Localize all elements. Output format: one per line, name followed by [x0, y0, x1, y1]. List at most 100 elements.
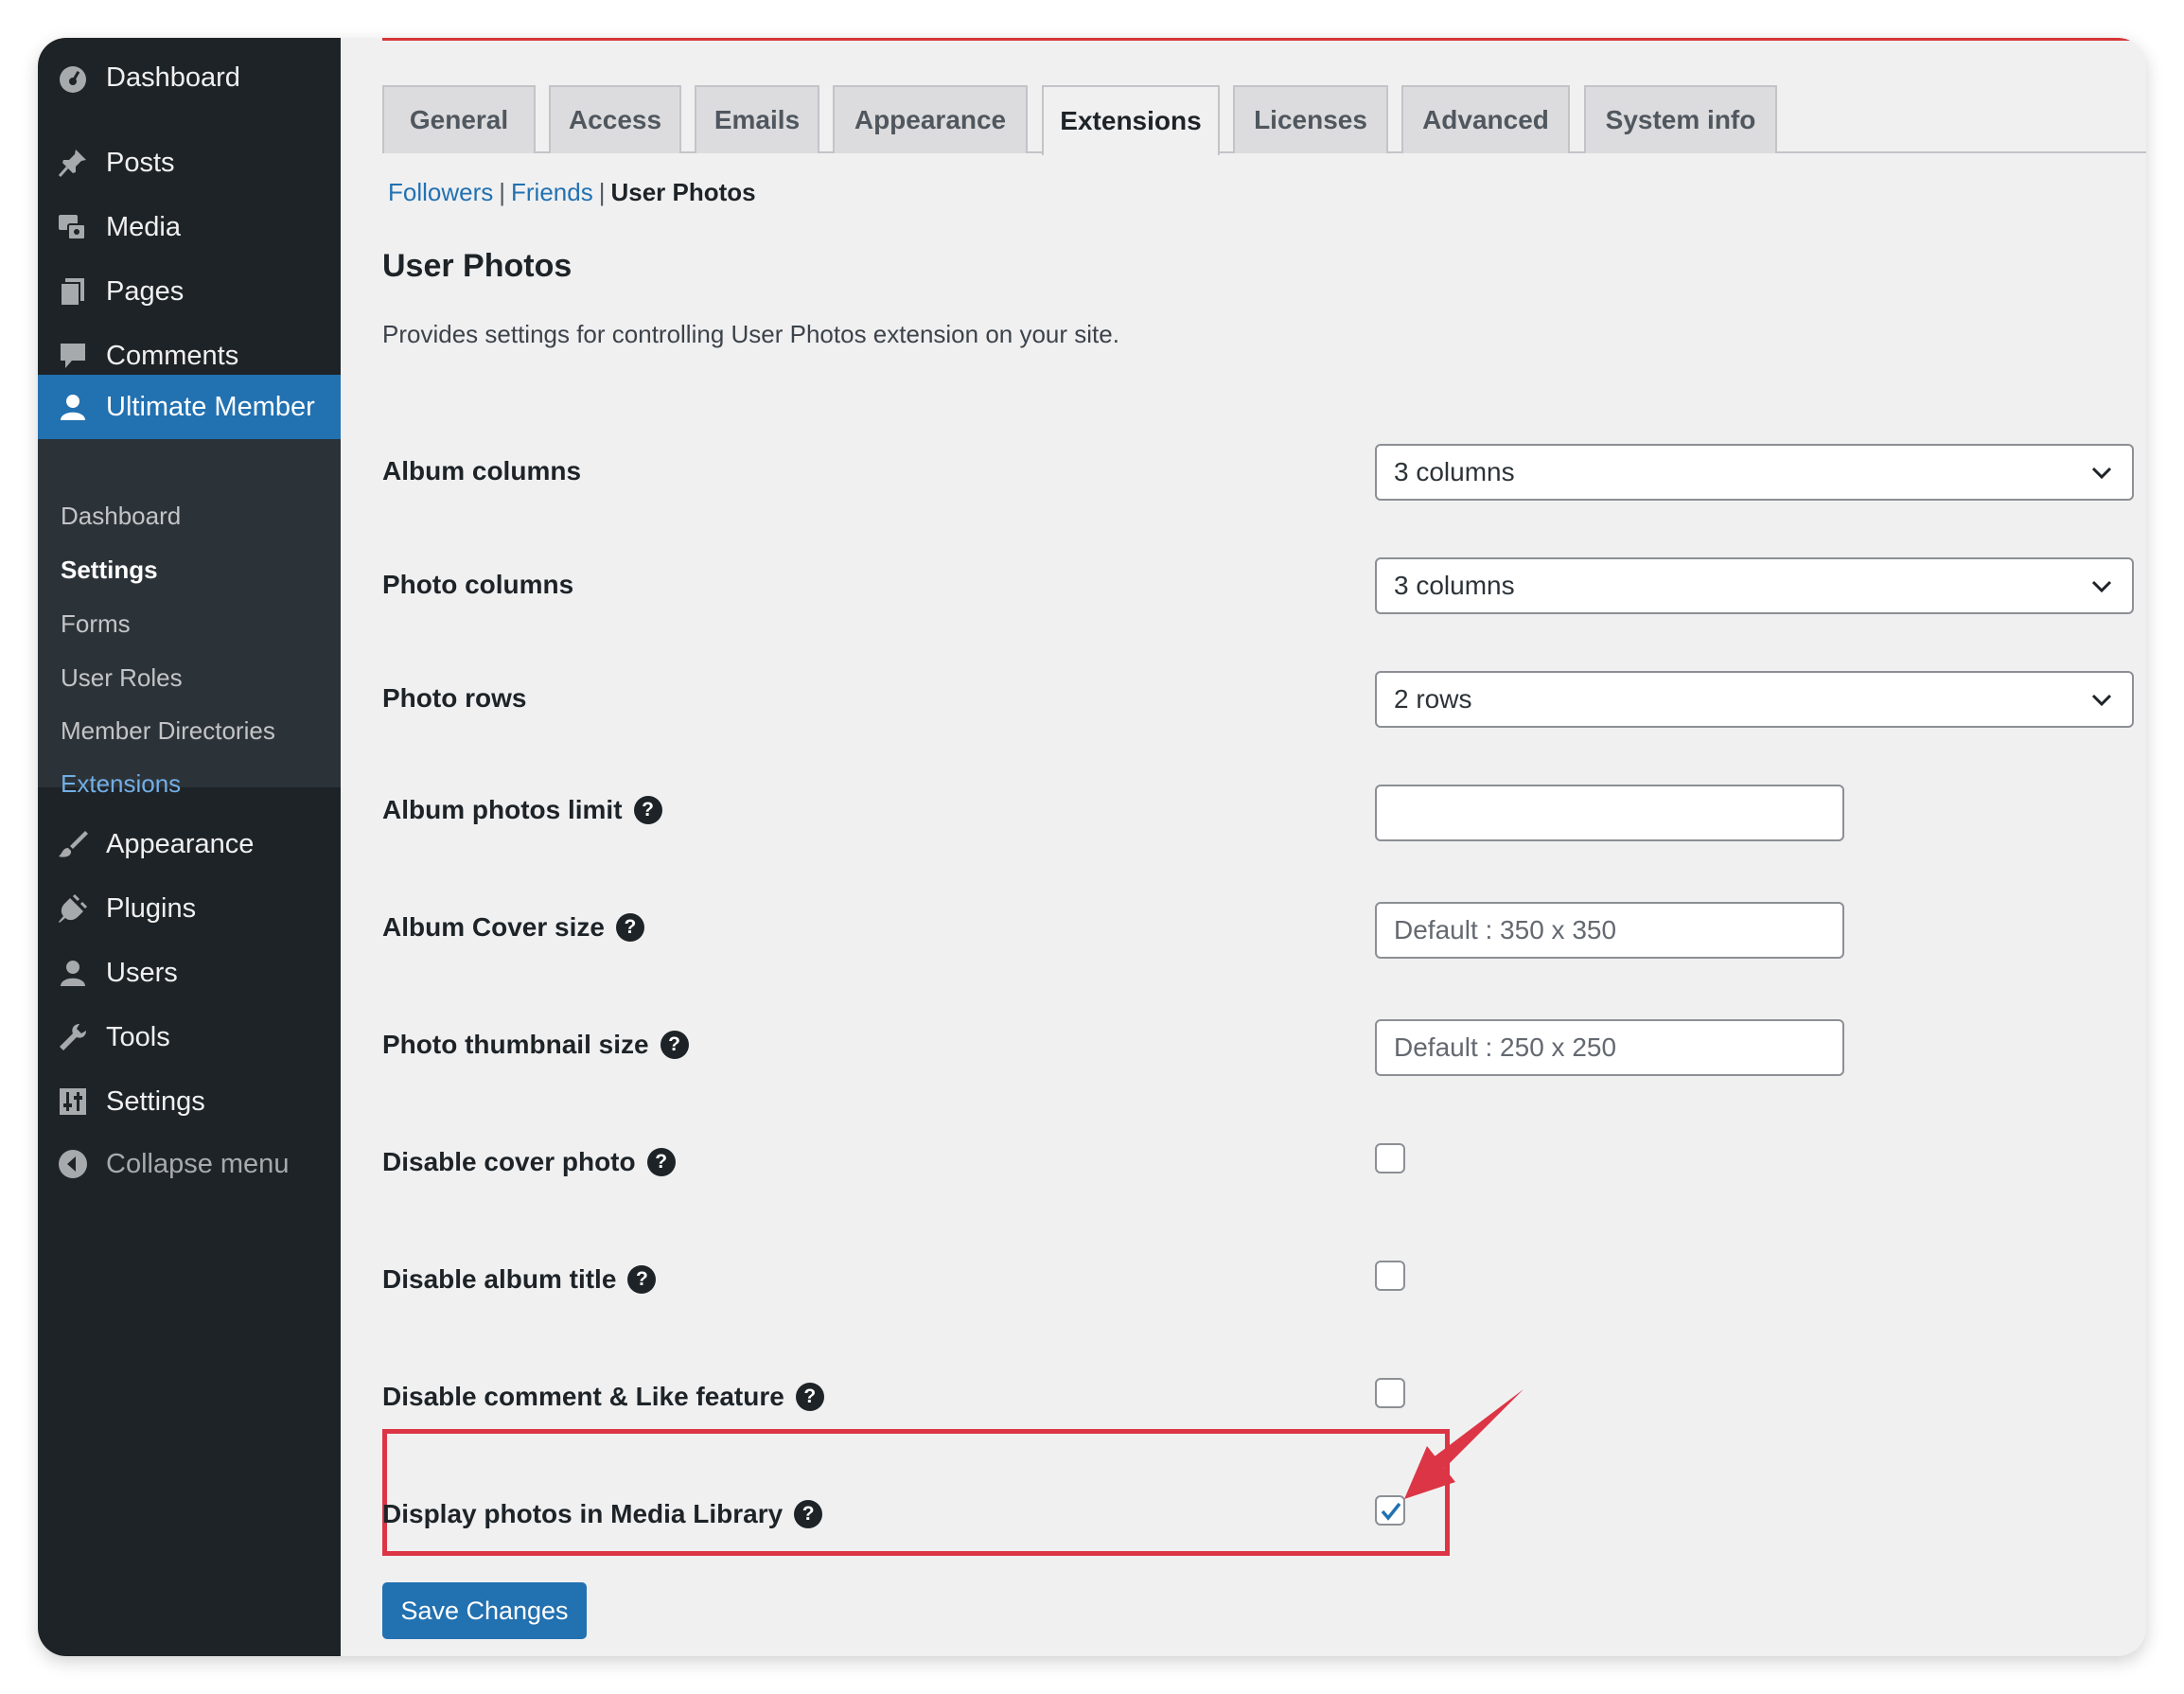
paintbrush-icon — [55, 826, 91, 862]
disable-cover-photo-label: Disable cover photo ? — [382, 1147, 676, 1177]
chevron-down-icon — [2091, 580, 2112, 593]
menu-item-posts[interactable]: Posts — [38, 131, 341, 195]
photo-columns-label: Photo columns — [382, 570, 573, 600]
submenu-item-extensions[interactable]: Extensions — [61, 769, 181, 799]
album-columns-select[interactable]: 3 columns — [1375, 444, 2134, 501]
save-changes-button[interactable]: Save Changes — [382, 1582, 587, 1639]
collapse-arrow-icon — [55, 1146, 91, 1182]
menu-item-users[interactable]: Users — [38, 941, 341, 1005]
subnav-separator: | — [598, 178, 606, 206]
submenu-item-settings[interactable]: Settings — [61, 556, 158, 585]
help-icon[interactable]: ? — [646, 1148, 676, 1176]
plug-icon — [55, 891, 91, 926]
chevron-down-icon — [2091, 467, 2112, 480]
dashboard-icon — [55, 60, 91, 96]
menu-item-label: Plugins — [106, 892, 197, 924]
help-icon[interactable]: ? — [795, 1383, 824, 1411]
menu-item-ultimate-member[interactable]: Ultimate Member — [38, 375, 341, 439]
menu-item-plugins[interactable]: Plugins — [38, 876, 341, 941]
page-title: User Photos — [382, 248, 572, 284]
menu-item-label: Dashboard — [106, 62, 240, 93]
photo-rows-select[interactable]: 2 rows — [1375, 671, 2134, 728]
main-content: General Access Emails Appearance Extensi… — [341, 38, 2146, 1656]
menu-item-label: Comments — [106, 340, 239, 371]
menu-item-pages[interactable]: Pages — [38, 259, 341, 324]
submenu-item-member-directories[interactable]: Member Directories — [61, 716, 275, 746]
menu-item-label: Tools — [106, 1021, 170, 1052]
user-icon — [55, 389, 91, 425]
menu-item-label: Settings — [106, 1085, 205, 1117]
tab-extensions[interactable]: Extensions — [1042, 85, 1220, 155]
wrench-icon — [55, 1019, 91, 1055]
menu-item-appearance[interactable]: Appearance — [38, 812, 341, 876]
media-icon — [55, 209, 91, 245]
collapse-menu-button[interactable]: Collapse menu — [38, 1132, 341, 1196]
help-icon[interactable]: ? — [794, 1500, 823, 1528]
help-icon[interactable]: ? — [627, 1265, 657, 1294]
label-text: Photo thumbnail size — [382, 1030, 649, 1059]
disable-cover-photo-checkbox[interactable] — [1375, 1143, 1405, 1173]
menu-item-label: Appearance — [106, 828, 255, 859]
photo-thumbnail-size-input[interactable] — [1375, 1019, 1844, 1076]
highlight-annotation-box — [382, 1429, 1450, 1556]
photo-columns-select[interactable]: 3 columns — [1375, 557, 2134, 614]
pages-icon — [55, 274, 91, 309]
menu-item-label: Users — [106, 957, 178, 988]
label-text: Disable comment & Like feature — [382, 1382, 784, 1411]
users-icon — [55, 955, 91, 991]
subnav-followers-link[interactable]: Followers — [388, 178, 493, 207]
ultimate-member-submenu: Dashboard Settings Forms User Roles Memb… — [38, 439, 341, 798]
album-photos-limit-input[interactable] — [1375, 785, 1844, 841]
sliders-icon — [55, 1084, 91, 1120]
arrow-annotation-icon — [1404, 1389, 1524, 1499]
tab-access[interactable]: Access — [549, 85, 681, 153]
album-cover-size-input[interactable] — [1375, 902, 1844, 959]
display-in-media-library-label: Display photos in Media Library ? — [382, 1499, 823, 1529]
admin-sidebar: Dashboard Posts Media Pages Comments Ult… — [38, 38, 341, 1656]
label-text: Album photos limit — [382, 795, 623, 824]
subnav-separator: | — [499, 178, 506, 206]
help-icon[interactable]: ? — [660, 1031, 689, 1059]
tab-system-info[interactable]: System info — [1584, 85, 1777, 153]
menu-item-dashboard[interactable]: Dashboard — [38, 45, 341, 110]
settings-tabs: General Access Emails Appearance Extensi… — [382, 85, 2146, 155]
disable-album-title-label: Disable album title ? — [382, 1264, 657, 1295]
menu-item-settings[interactable]: Settings — [38, 1069, 341, 1134]
submenu-item-forms[interactable]: Forms — [61, 609, 131, 639]
tab-advanced[interactable]: Advanced — [1401, 85, 1570, 153]
album-cover-size-label: Album Cover size ? — [382, 912, 644, 943]
chevron-down-icon — [2091, 694, 2112, 707]
disable-album-title-checkbox[interactable] — [1375, 1261, 1405, 1291]
submenu-item-dashboard[interactable]: Dashboard — [61, 502, 181, 531]
help-icon[interactable]: ? — [633, 796, 662, 824]
help-icon[interactable]: ? — [615, 913, 644, 942]
menu-item-media[interactable]: Media — [38, 195, 341, 259]
label-text: Disable cover photo — [382, 1147, 636, 1176]
select-value: 3 columns — [1394, 571, 1515, 600]
menu-item-label: Media — [106, 211, 181, 242]
tab-licenses[interactable]: Licenses — [1233, 85, 1388, 153]
menu-item-label: Ultimate Member — [106, 391, 315, 422]
label-text: Album Cover size — [382, 912, 605, 942]
label-text: Photo rows — [382, 683, 527, 713]
subnav-friends-link[interactable]: Friends — [511, 178, 593, 207]
select-value: 2 rows — [1394, 684, 1472, 714]
submenu-item-user-roles[interactable]: User Roles — [61, 663, 183, 693]
subnav-current: User Photos — [610, 178, 756, 206]
tab-emails[interactable]: Emails — [695, 85, 819, 153]
menu-item-label: Pages — [106, 275, 185, 307]
admin-window: Dashboard Posts Media Pages Comments Ult… — [38, 38, 2146, 1656]
select-value: 3 columns — [1394, 457, 1515, 486]
label-text: Display photos in Media Library — [382, 1499, 784, 1528]
menu-item-label: Collapse menu — [106, 1148, 290, 1179]
tab-appearance[interactable]: Appearance — [833, 85, 1028, 153]
label-text: Album columns — [382, 456, 582, 485]
comment-icon — [55, 338, 91, 374]
photo-rows-label: Photo rows — [382, 683, 526, 714]
tab-general[interactable]: General — [382, 85, 536, 153]
menu-item-label: Posts — [106, 147, 175, 178]
section-description: Provides settings for controlling User P… — [382, 320, 1119, 348]
disable-comment-like-label: Disable comment & Like feature ? — [382, 1382, 824, 1412]
label-text: Disable album title — [382, 1264, 617, 1294]
menu-item-tools[interactable]: Tools — [38, 1005, 341, 1069]
